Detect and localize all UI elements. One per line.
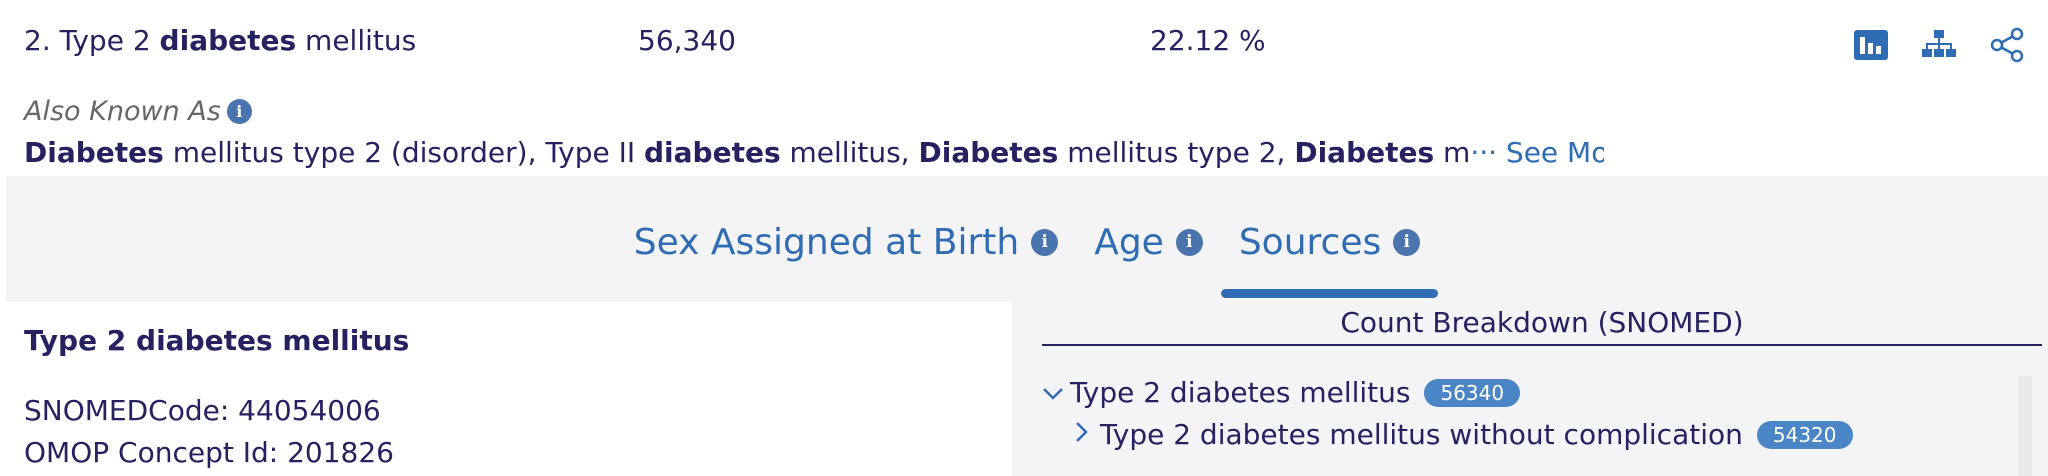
info-icon[interactable]: i bbox=[1393, 228, 1421, 256]
count-breakdown-panel: Count Breakdown (SNOMED) Type 2 diabetes… bbox=[1012, 302, 2048, 476]
divider bbox=[1042, 344, 2042, 346]
synonym-text: mellitus type 2, bbox=[1058, 136, 1295, 169]
tab-age[interactable]: Age i bbox=[1076, 212, 1221, 272]
also-known-as-text: Also Known As bbox=[24, 96, 221, 127]
scrollbar[interactable] bbox=[2018, 376, 2032, 476]
chevron-down-icon[interactable] bbox=[1042, 379, 1063, 407]
snomed-code: SNOMEDCode: 44054006 bbox=[24, 394, 381, 427]
tab-label: Age bbox=[1094, 221, 1164, 263]
result-row: 2. Type 2 diabetes mellitus 56,340 22.12… bbox=[0, 0, 2048, 84]
breakdown-title: Count Breakdown (SNOMED) bbox=[1340, 306, 1744, 339]
participant-count: 56,340 bbox=[638, 24, 736, 57]
tab-label: Sources bbox=[1238, 221, 1382, 263]
share-icon[interactable] bbox=[1984, 24, 2030, 66]
percentage: 22.12 % bbox=[1150, 24, 1266, 57]
concept-name-suffix: mellitus bbox=[296, 24, 417, 57]
see-more-link[interactable]: See More bbox=[1497, 136, 1604, 169]
synonym-match: diabetes bbox=[644, 136, 781, 169]
details-title: Type 2 diabetes mellitus bbox=[24, 324, 410, 357]
tab-label: Sex Assigned at Birth bbox=[633, 221, 1020, 263]
synonym-text: m bbox=[1434, 136, 1471, 169]
tree-node[interactable]: Type 2 diabetes mellitus without complic… bbox=[1072, 418, 1853, 451]
tab-bar: Sex Assigned at Birth i Age i Sources i bbox=[6, 176, 2048, 302]
concept-name-prefix: 2. Type 2 bbox=[24, 24, 160, 57]
also-known-as-label: Also Known As i bbox=[24, 96, 252, 127]
hierarchy-icon[interactable] bbox=[1916, 24, 1962, 66]
synonym-match: Diabetes bbox=[1294, 136, 1435, 169]
synonym-match: Diabetes bbox=[24, 136, 164, 169]
tab-sex-assigned-at-birth[interactable]: Sex Assigned at Birth i bbox=[616, 212, 1076, 272]
synonym-text: mellitus type 2 (disorder), Type II bbox=[163, 136, 645, 169]
synonym-text: mellitus, bbox=[780, 136, 919, 169]
count-badge: 54320 bbox=[1756, 420, 1853, 449]
concept-name-match: diabetes bbox=[159, 24, 297, 57]
info-icon[interactable]: i bbox=[1031, 228, 1059, 256]
row-actions bbox=[1848, 24, 2030, 66]
synonym-match: Diabetes bbox=[918, 136, 1059, 169]
count-badge: 56340 bbox=[1424, 378, 1521, 407]
tree-node-label: Type 2 diabetes mellitus without complic… bbox=[1100, 418, 1743, 451]
tree-node-label: Type 2 diabetes mellitus bbox=[1070, 376, 1411, 409]
tab-sources[interactable]: Sources i bbox=[1220, 212, 1439, 298]
bar-chart-icon[interactable] bbox=[1848, 24, 1894, 66]
info-icon[interactable]: i bbox=[1175, 228, 1203, 256]
chevron-right-icon[interactable] bbox=[1072, 421, 1092, 449]
ellipsis-icon: ··· bbox=[1470, 136, 1498, 169]
omop-concept-id: OMOP Concept Id: 201826 bbox=[24, 436, 394, 469]
synonyms-list: Diabetes mellitus type 2 (disorder), Typ… bbox=[24, 136, 1604, 169]
tree-node[interactable]: Type 2 diabetes mellitus 56340 bbox=[1042, 376, 1521, 409]
concept-details-panel: Type 2 diabetes mellitus SNOMEDCode: 440… bbox=[0, 302, 1012, 476]
info-icon[interactable]: i bbox=[226, 99, 252, 124]
concept-name[interactable]: 2. Type 2 diabetes mellitus bbox=[24, 24, 416, 57]
